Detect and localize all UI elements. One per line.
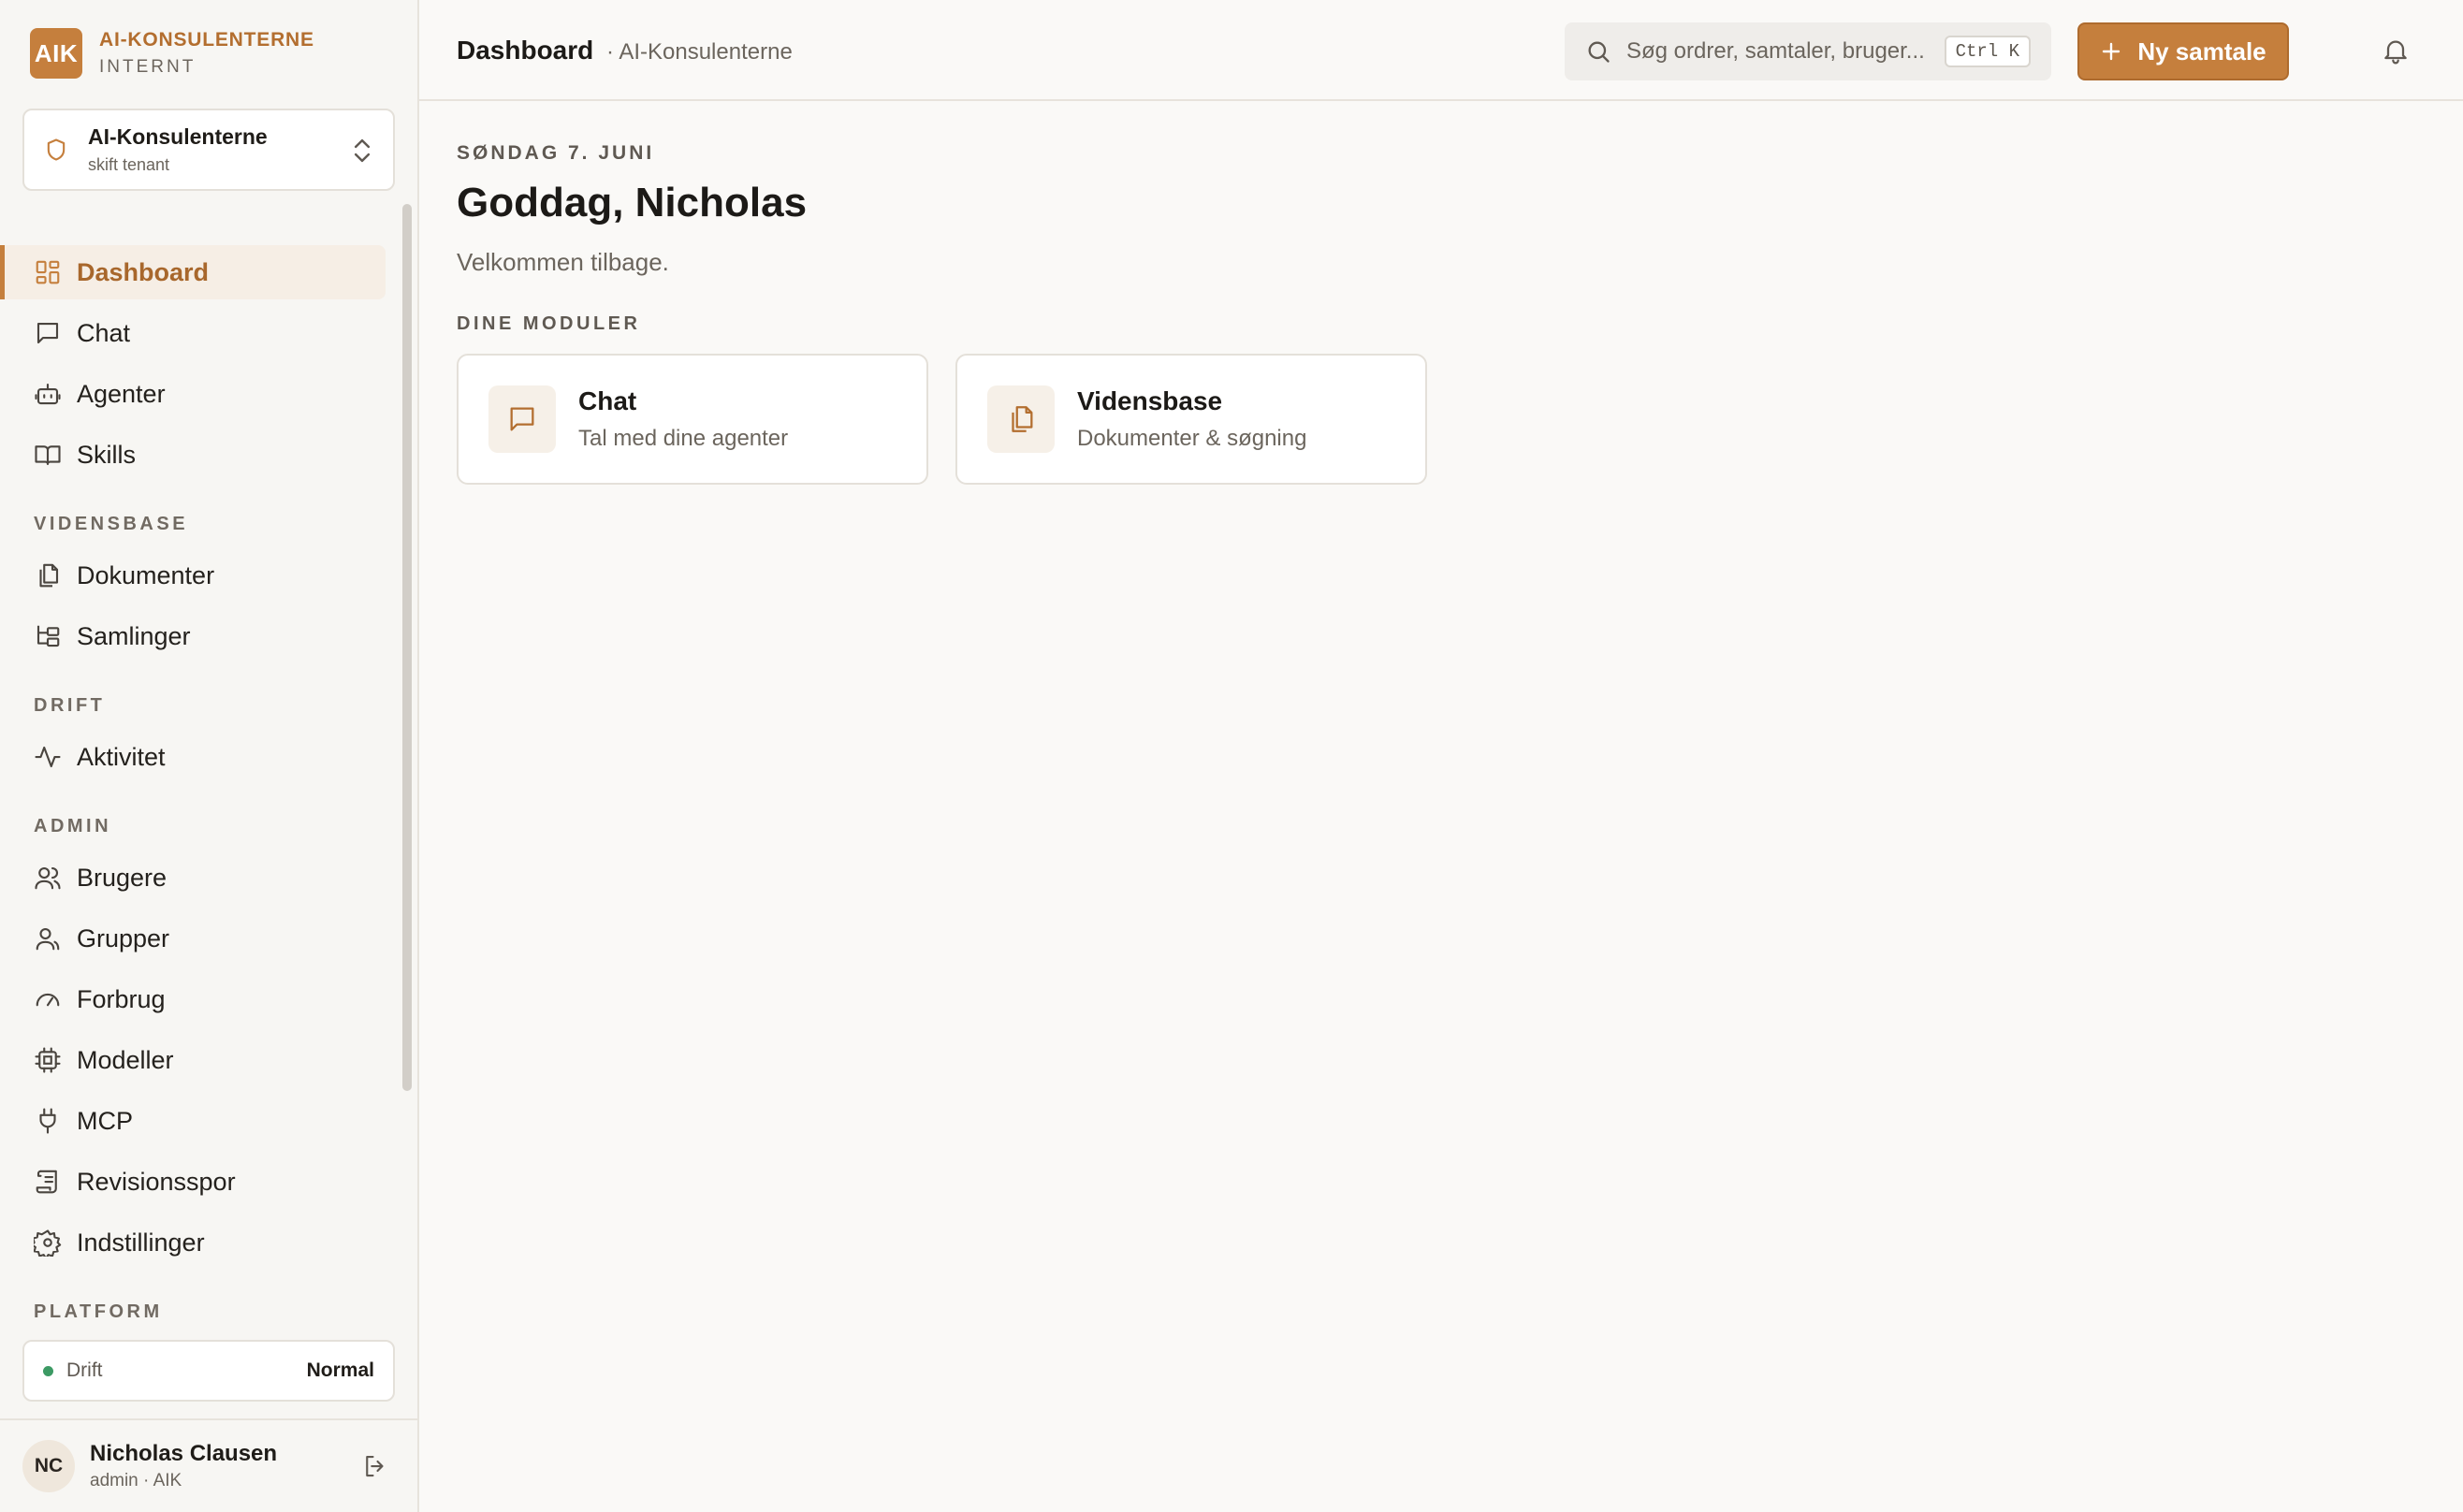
module-card-chat[interactable]: Chat Tal med dine agenter xyxy=(457,354,928,485)
sidebar-item-label: Grupper xyxy=(77,923,170,952)
sidebar-item-label: Modeller xyxy=(77,1045,174,1074)
sidebar-item-brugere[interactable]: Brugere xyxy=(0,850,386,905)
module-description: Dokumenter & søgning xyxy=(1077,426,1307,451)
module-icon-wrap xyxy=(488,385,556,453)
sidebar-item-aktivitet[interactable]: Aktivitet xyxy=(0,730,386,784)
message-icon xyxy=(36,322,59,344)
greeting-heading: Goddag, Nicholas xyxy=(457,180,808,225)
sidebar-item-label: MCP xyxy=(77,1106,133,1135)
message-icon xyxy=(510,407,534,431)
search-shortcut-badge: Ctrl K xyxy=(1944,36,2031,67)
shield-icon xyxy=(47,138,66,161)
sidebar-item-mcp[interactable]: MCP xyxy=(0,1094,386,1148)
platform-status-card[interactable]: Drift Normal xyxy=(22,1340,395,1402)
gauge-icon xyxy=(36,994,60,1007)
search-icon xyxy=(1588,41,1610,63)
sidebar-item-dokumenter[interactable]: Dokumenter xyxy=(0,548,386,603)
scroll-icon xyxy=(36,1170,57,1194)
gear-icon xyxy=(34,1229,62,1257)
new-conversation-label: Ny samtale xyxy=(2137,36,2266,65)
section-label-platform: PLATFORM xyxy=(34,1301,163,1322)
sidebar-item-samlinger[interactable]: Samlinger xyxy=(0,609,386,663)
sidebar-item-forbrug[interactable]: Forbrug xyxy=(0,972,386,1026)
module-icon-wrap xyxy=(987,385,1055,453)
date-label: SØNDAG 7. JUNI xyxy=(457,142,655,164)
files-icon xyxy=(39,563,59,588)
page-title: Dashboard xyxy=(457,36,594,65)
activity-icon xyxy=(35,746,61,768)
sidebar-scrollbar[interactable] xyxy=(402,204,412,1091)
sidebar-item-label: Chat xyxy=(77,318,131,347)
divider xyxy=(0,1418,417,1420)
sidebar-item-label: Samlinger xyxy=(77,621,191,650)
breadcrumb-tenant: · AI-Konsulenterne xyxy=(606,39,793,65)
section-label-drift: DRIFT xyxy=(34,695,106,716)
welcome-text: Velkommen tilbage. xyxy=(457,248,669,276)
module-description: Tal med dine agenter xyxy=(578,426,789,451)
sidebar-item-grupper[interactable]: Grupper xyxy=(0,911,386,966)
sidebar-item-label: Dokumenter xyxy=(77,560,215,589)
bell-icon[interactable] xyxy=(2381,36,2411,65)
chevrons-up-down-icon xyxy=(354,138,371,163)
tenant-switch-hint: skift tenant xyxy=(88,155,170,174)
brand-logo: AIK xyxy=(30,28,82,79)
sidebar-item-label: Dashboard xyxy=(77,257,210,286)
brand-name: AI-KONSULENTERNE xyxy=(99,29,314,51)
topbar: Dashboard · AI-Konsulenterne Ctrl K Ny s… xyxy=(419,0,2463,101)
bot-icon xyxy=(35,383,61,405)
status-value: Normal xyxy=(306,1359,374,1381)
sidebar-item-dashboard[interactable]: Dashboard xyxy=(0,245,386,299)
grid-icon xyxy=(36,260,60,284)
user-role: admin · AIK xyxy=(90,1471,182,1490)
sidebar-item-chat[interactable]: Chat xyxy=(0,306,386,360)
users-icon xyxy=(35,866,61,890)
sidebar-item-revisionsspor[interactable]: Revisionsspor xyxy=(0,1155,386,1209)
app-root: AIK AI-KONSULENTERNE INTERNT AI-Konsulen… xyxy=(0,0,2463,1512)
sidebar-item-label: Aktivitet xyxy=(77,742,166,771)
sidebar: AIK AI-KONSULENTERNE INTERNT AI-Konsulen… xyxy=(0,0,419,1512)
sidebar-item-label: Brugere xyxy=(77,863,168,892)
sidebar-item-label: Indstillinger xyxy=(77,1228,205,1257)
logout-icon[interactable] xyxy=(361,1452,389,1480)
sidebar-item-label: Agenter xyxy=(77,379,166,408)
status-label: Drift xyxy=(66,1359,103,1381)
sidebar-item-label: Revisionsspor xyxy=(77,1167,236,1196)
sidebar-item-agenter[interactable]: Agenter xyxy=(0,367,386,421)
folder-tree-icon xyxy=(36,625,60,647)
new-conversation-button[interactable]: Ny samtale xyxy=(2077,22,2289,80)
section-label-vidensbase: VIDENSBASE xyxy=(34,514,189,534)
search-bar[interactable]: Ctrl K xyxy=(1565,22,2051,80)
sidebar-item-skills[interactable]: Skills xyxy=(0,428,386,482)
sidebar-item-indstillinger[interactable]: Indstillinger xyxy=(0,1215,386,1270)
module-card-vidensbase[interactable]: Vidensbase Dokumenter & søgning xyxy=(955,354,1427,485)
book-icon xyxy=(35,445,61,466)
tenant-name: AI-Konsulenterne xyxy=(88,124,268,149)
user-name: Nicholas Clausen xyxy=(90,1441,278,1466)
plus-icon xyxy=(2103,42,2121,61)
plug-icon xyxy=(39,1108,56,1134)
sidebar-item-modeller[interactable]: Modeller xyxy=(0,1033,386,1087)
brand[interactable]: AIK AI-KONSULENTERNE INTERNT xyxy=(30,28,314,79)
modules-section-label: DINE MODULER xyxy=(457,313,641,334)
cpu-icon xyxy=(35,1047,61,1073)
section-label-admin: ADMIN xyxy=(34,816,112,836)
brand-subtitle: INTERNT xyxy=(99,57,197,78)
tenant-switcher[interactable]: AI-Konsulenterne skift tenant xyxy=(22,109,395,191)
sidebar-item-label: Forbrug xyxy=(77,984,166,1013)
files-icon xyxy=(1012,406,1033,432)
status-indicator xyxy=(43,1365,53,1376)
avatar: NC xyxy=(22,1440,75,1492)
sidebar-item-label: Skills xyxy=(77,440,137,469)
module-title: Vidensbase xyxy=(1077,386,1223,415)
module-title: Chat xyxy=(578,386,637,415)
user-profile[interactable]: NC Nicholas Clausen admin · AIK xyxy=(22,1437,397,1495)
search-input[interactable] xyxy=(1626,38,1935,65)
group-icon xyxy=(36,927,60,951)
